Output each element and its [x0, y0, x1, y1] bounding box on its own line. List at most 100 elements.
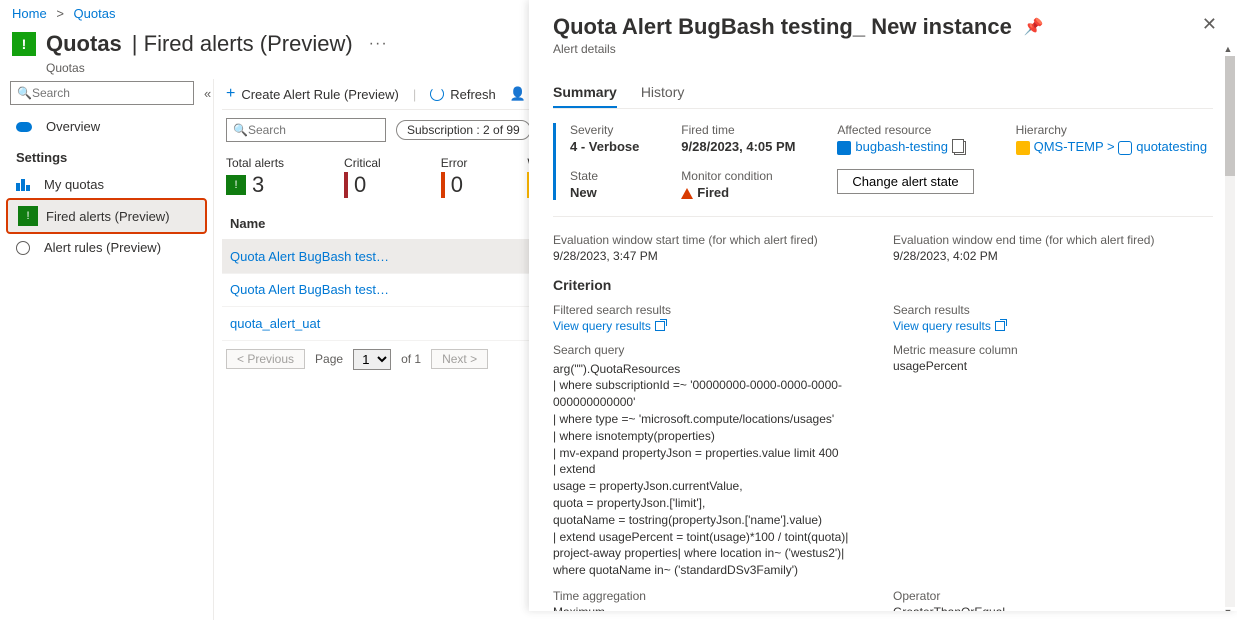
- search-icon: 🔍: [17, 86, 32, 100]
- subscription-filter-pill[interactable]: Subscription : 2 of 99: [396, 120, 531, 140]
- kv-monitor-label: Monitor condition: [681, 169, 801, 183]
- metric-label: Metric measure column: [893, 343, 1213, 357]
- panel-tabs: Summary History: [553, 78, 1213, 109]
- tile-critical-label: Critical: [344, 156, 381, 170]
- hierarchy-link-2[interactable]: quotatesting: [1136, 139, 1207, 154]
- page-select[interactable]: 1: [353, 349, 391, 370]
- row-name-link[interactable]: Quota Alert BugBash test…: [230, 282, 389, 297]
- eval-window: Evaluation window start time (for which …: [553, 233, 1213, 263]
- nav-overview[interactable]: Overview: [6, 113, 207, 140]
- nav-alert-rules[interactable]: Alert rules (Preview): [6, 234, 207, 261]
- more-actions-icon[interactable]: ···: [363, 35, 394, 53]
- tab-history[interactable]: History: [641, 78, 685, 108]
- kv-monitor: Fired: [681, 185, 801, 200]
- key-icon: [1016, 141, 1030, 155]
- tile-total: Total alerts 3: [226, 156, 284, 198]
- nav-overview-label: Overview: [46, 119, 100, 134]
- page-label: Page: [315, 352, 343, 366]
- sidebar-search[interactable]: 🔍: [10, 81, 194, 105]
- close-icon[interactable]: ✕: [1202, 14, 1217, 35]
- cube-icon: [1118, 141, 1132, 155]
- quota-shield-icon: [12, 32, 36, 56]
- warning-icon: [681, 188, 693, 199]
- details-panel: ✕ Quota Alert BugBash testing_ New insta…: [529, 0, 1237, 611]
- copy-icon[interactable]: [954, 141, 966, 155]
- kv-fired: 9/28/2023, 4:05 PM: [681, 139, 801, 154]
- external-link-icon: [655, 321, 665, 331]
- page-title-suffix: | Fired alerts (Preview): [132, 31, 353, 57]
- pin-icon[interactable]: 📌: [1024, 17, 1044, 37]
- bars-icon: [16, 179, 30, 191]
- scroll-up-icon[interactable]: ▲: [1223, 44, 1233, 56]
- operator-value: GreaterThanOrEqual: [893, 605, 1213, 611]
- sidebar-search-input[interactable]: [32, 86, 187, 100]
- external-link-icon: [995, 321, 1005, 331]
- content-search[interactable]: 🔍: [226, 118, 386, 142]
- eval-start: 9/28/2023, 3:47 PM: [553, 249, 873, 263]
- eval-start-label: Evaluation window start time (for which …: [553, 233, 873, 247]
- tile-error: Error 0: [441, 156, 468, 198]
- refresh-button[interactable]: Refresh: [430, 87, 496, 102]
- refresh-icon: [430, 87, 444, 101]
- kv-affected[interactable]: bugbash-testing: [837, 139, 979, 155]
- refresh-label: Refresh: [450, 87, 496, 102]
- nav-fired-alerts-label: Fired alerts (Preview): [46, 209, 170, 224]
- tile-total-label: Total alerts: [226, 156, 284, 170]
- next-page-button[interactable]: Next >: [431, 349, 488, 369]
- filtered-label: Filtered search results: [553, 303, 873, 317]
- nav-my-quotas-label: My quotas: [44, 177, 104, 192]
- page-of: of 1: [401, 352, 421, 366]
- row-name-link[interactable]: quota_alert_uat: [230, 316, 320, 331]
- kv-fired-label: Fired time: [681, 123, 801, 137]
- nav-fired-alerts[interactable]: Fired alerts (Preview): [6, 198, 207, 234]
- tile-error-label: Error: [441, 156, 468, 170]
- breadcrumb-home[interactable]: Home: [12, 6, 47, 21]
- metric-value: usagePercent: [893, 359, 1213, 373]
- panel-title: Quota Alert BugBash testing_ New instanc…: [553, 14, 1012, 40]
- query-text: arg("").QuotaResources | where subscript…: [553, 361, 873, 579]
- tile-critical: Critical 0: [344, 156, 381, 198]
- tile-critical-value: 0: [354, 172, 366, 198]
- eval-end-label: Evaluation window end time (for which al…: [893, 233, 1213, 247]
- create-alert-label: Create Alert Rule (Preview): [241, 87, 399, 102]
- prev-page-button[interactable]: < Previous: [226, 349, 305, 369]
- panel-title-row: Quota Alert BugBash testing_ New instanc…: [553, 14, 1213, 40]
- panel-scrollbar-thumb[interactable]: [1225, 56, 1235, 176]
- severity-bar-icon: [441, 172, 445, 198]
- hierarchy-link-1[interactable]: QMS-TEMP: [1034, 139, 1104, 154]
- page-title: Quotas: [46, 31, 122, 57]
- search-icon: 🔍: [233, 123, 248, 137]
- nav-alert-rules-label: Alert rules (Preview): [44, 240, 161, 255]
- breadcrumb-sep: >: [56, 6, 64, 21]
- kv-hierarchy-label: Hierarchy: [1016, 123, 1213, 137]
- kv-severity-label: Severity: [570, 123, 645, 137]
- severity-bar-icon: [344, 172, 348, 198]
- kv-state: New: [570, 185, 645, 200]
- eval-end: 9/28/2023, 4:02 PM: [893, 249, 1213, 263]
- row-name-link[interactable]: Quota Alert BugBash test…: [230, 249, 389, 264]
- collapse-sidebar-icon[interactable]: «: [202, 84, 213, 103]
- nav-my-quotas[interactable]: My quotas: [6, 171, 207, 198]
- change-alert-state-button[interactable]: Change alert state: [837, 169, 973, 194]
- create-alert-rule-button[interactable]: + Create Alert Rule (Preview): [226, 85, 399, 103]
- view-query-link-1[interactable]: View query results: [553, 319, 665, 333]
- breadcrumb-quotas[interactable]: Quotas: [74, 6, 116, 21]
- divider: [553, 216, 1213, 217]
- feedback-icon[interactable]: 👤: [510, 86, 526, 102]
- panel-scrollbar-track[interactable]: ▲ ▼: [1225, 56, 1235, 607]
- clock-icon: [16, 241, 30, 255]
- scroll-down-icon[interactable]: ▼: [1223, 607, 1233, 611]
- kv-affected-label: Affected resource: [837, 123, 979, 137]
- resource-icon: [837, 141, 851, 155]
- tab-summary[interactable]: Summary: [553, 78, 617, 108]
- toolbar-separator: |: [413, 87, 416, 102]
- cloud-icon: [16, 122, 32, 132]
- panel-subtitle: Alert details: [553, 42, 1213, 56]
- operator-label: Operator: [893, 589, 1213, 603]
- view-query-link-2[interactable]: View query results: [893, 319, 1005, 333]
- tile-error-value: 0: [451, 172, 463, 198]
- criterion-heading: Criterion: [553, 277, 1213, 293]
- timeagg-value: Maximum: [553, 605, 873, 611]
- sidebar: 🔍 « Overview Settings My quotas Fired al…: [0, 79, 213, 620]
- content-search-input[interactable]: [248, 123, 403, 137]
